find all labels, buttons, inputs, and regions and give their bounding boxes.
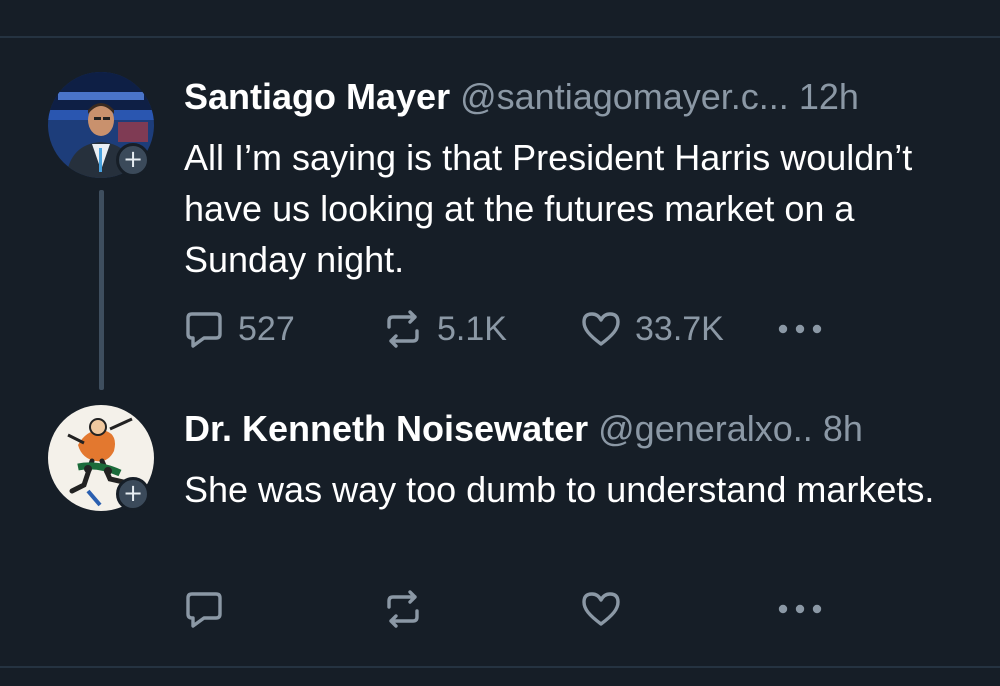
heart-icon (581, 589, 621, 629)
more-options-button[interactable] (777, 309, 823, 349)
reply-count: 527 (238, 309, 295, 348)
repost-count: 5.1K (437, 309, 507, 348)
post-text: All I’m saying is that President Harris … (184, 137, 913, 280)
repost-button[interactable] (383, 589, 423, 629)
thread-view: + Santiago Mayer @santiagomayer.c... 12h… (0, 0, 1000, 686)
repost-arrows-icon (383, 589, 423, 629)
like-button[interactable]: 33.7K (581, 309, 724, 349)
ellipsis-icon (777, 309, 823, 349)
post-header: Dr. Kenneth Noisewater @generalxo.. 8h (184, 408, 863, 450)
follow-plus-icon[interactable]: + (116, 477, 150, 511)
author-name[interactable]: Santiago Mayer (184, 76, 450, 117)
repost-button[interactable]: 5.1K (383, 309, 507, 349)
top-divider (0, 36, 1000, 38)
speech-bubble-icon (184, 309, 224, 349)
reply-button[interactable]: 527 (184, 309, 295, 349)
ellipsis-icon (777, 589, 823, 629)
author-handle[interactable]: @generalxo.. (598, 408, 813, 449)
follow-plus-icon[interactable]: + (116, 143, 150, 177)
author-handle[interactable]: @santiagomayer.c... (460, 76, 789, 117)
like-button[interactable] (581, 589, 621, 629)
post-time[interactable]: 8h (823, 408, 863, 449)
more-options-button[interactable] (777, 589, 823, 629)
author-name[interactable]: Dr. Kenneth Noisewater (184, 408, 588, 449)
repost-arrows-icon (383, 309, 423, 349)
post-header: Santiago Mayer @santiagomayer.c... 12h (184, 76, 859, 118)
speech-bubble-icon (184, 589, 224, 629)
thread-connector-line (99, 190, 104, 390)
bottom-divider (0, 666, 1000, 668)
post-text: She was way too dumb to understand marke… (184, 469, 935, 510)
heart-icon (581, 309, 621, 349)
post-time[interactable]: 12h (799, 76, 859, 117)
reply-button[interactable] (184, 589, 224, 629)
like-count: 33.7K (635, 309, 724, 348)
